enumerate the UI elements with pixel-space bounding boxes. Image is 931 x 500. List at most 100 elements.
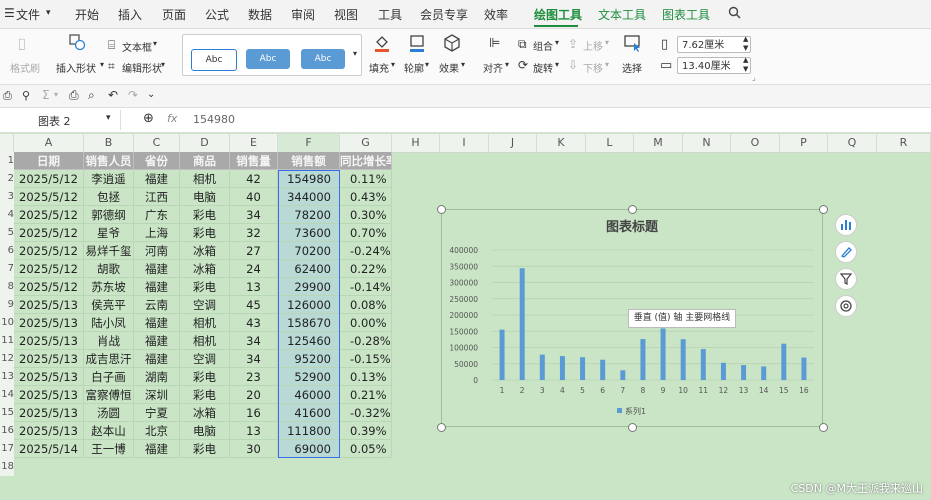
tab-insert[interactable]: 插入 bbox=[118, 6, 142, 23]
row-header[interactable]: 5 bbox=[0, 224, 14, 242]
table-cell[interactable]: 2025/5/13 bbox=[14, 314, 84, 332]
table-cell[interactable]: 2025/5/12 bbox=[14, 188, 84, 206]
table-cell[interactable]: 40 bbox=[230, 188, 278, 206]
table-cell[interactable]: 苏东坡 bbox=[84, 278, 134, 296]
chevron-down-icon[interactable]: ▾ bbox=[461, 60, 465, 69]
column-header[interactable]: J bbox=[489, 134, 537, 152]
table-cell[interactable]: 福建 bbox=[134, 170, 180, 188]
chart-filter-button[interactable] bbox=[835, 268, 857, 290]
table-cell[interactable]: 34 bbox=[230, 350, 278, 368]
table-cell[interactable]: 彩电 bbox=[180, 278, 230, 296]
table-cell[interactable]: 王一博 bbox=[84, 440, 134, 458]
table-cell[interactable]: 汤圆 bbox=[84, 404, 134, 422]
table-cell[interactable]: 湖南 bbox=[134, 368, 180, 386]
table-cell[interactable]: 0.30% bbox=[340, 206, 392, 224]
row-header[interactable]: 2 bbox=[0, 170, 14, 188]
table-cell[interactable]: 上海 bbox=[134, 224, 180, 242]
table-cell[interactable]: 2025/5/13 bbox=[14, 332, 84, 350]
resize-handle[interactable] bbox=[628, 205, 637, 214]
height-input[interactable]: 7.62厘米 bbox=[677, 36, 751, 53]
table-cell[interactable]: 73600 bbox=[278, 224, 340, 242]
table-cell[interactable]: 0.11% bbox=[340, 170, 392, 188]
table-cell[interactable]: 41600 bbox=[278, 404, 340, 422]
table-cell[interactable]: 相机 bbox=[180, 332, 230, 350]
table-cell[interactable]: 0.08% bbox=[340, 296, 392, 314]
table-cell[interactable]: 福建 bbox=[134, 350, 180, 368]
table-cell[interactable]: 78200 bbox=[278, 206, 340, 224]
table-cell[interactable]: 空调 bbox=[180, 296, 230, 314]
table-cell[interactable]: 侯亮平 bbox=[84, 296, 134, 314]
tab-tools[interactable]: 工具 bbox=[378, 6, 402, 23]
table-cell[interactable]: 2025/5/12 bbox=[14, 278, 84, 296]
bar[interactable] bbox=[580, 357, 586, 380]
tab-efficiency[interactable]: 效率 bbox=[484, 6, 508, 23]
shape-style-3[interactable]: Abc bbox=[301, 49, 345, 69]
chevron-down-icon[interactable]: ▾ bbox=[100, 60, 104, 69]
tab-drawing-tools[interactable]: 绘图工具 bbox=[534, 6, 582, 23]
table-cell[interactable]: 彩电 bbox=[180, 206, 230, 224]
row-header[interactable]: 4 bbox=[0, 206, 14, 224]
chart-style-button[interactable] bbox=[835, 241, 857, 263]
table-cell[interactable]: 0.05% bbox=[340, 440, 392, 458]
table-cell[interactable]: 45 bbox=[230, 296, 278, 314]
chevron-down-icon[interactable]: ▾ bbox=[555, 38, 559, 47]
print-icon[interactable]: ⎙ bbox=[69, 88, 79, 103]
table-cell[interactable]: 20 bbox=[230, 386, 278, 404]
bring-up-button[interactable]: 上移 bbox=[583, 38, 603, 53]
table-cell[interactable]: 42 bbox=[230, 170, 278, 188]
edit-shape-button[interactable]: 编辑形状 bbox=[122, 60, 162, 75]
table-cell[interactable]: 2025/5/12 bbox=[14, 260, 84, 278]
table-cell[interactable]: 电脑 bbox=[180, 422, 230, 440]
row-header[interactable]: 11 bbox=[0, 332, 14, 350]
table-cell[interactable]: 62400 bbox=[278, 260, 340, 278]
new-icon[interactable]: ⎙ bbox=[3, 89, 12, 103]
table-cell[interactable]: 福建 bbox=[134, 278, 180, 296]
row-header[interactable]: 9 bbox=[0, 296, 14, 314]
row-header[interactable]: 18 bbox=[0, 458, 14, 476]
column-header[interactable]: A bbox=[14, 134, 84, 152]
bar[interactable] bbox=[600, 359, 606, 380]
menu-icon[interactable]: ☰ bbox=[4, 6, 15, 20]
redo-icon[interactable]: ↷ bbox=[128, 88, 138, 102]
bar[interactable] bbox=[519, 268, 525, 380]
tab-text-tools[interactable]: 文本工具 bbox=[598, 6, 646, 23]
bar[interactable] bbox=[660, 328, 666, 380]
table-cell[interactable]: 2025/5/13 bbox=[14, 404, 84, 422]
column-header[interactable]: D bbox=[180, 134, 230, 152]
table-cell[interactable]: 彩电 bbox=[180, 386, 230, 404]
column-header[interactable]: N bbox=[683, 134, 731, 152]
row-header[interactable]: 8 bbox=[0, 278, 14, 296]
bar[interactable] bbox=[640, 339, 646, 380]
table-cell[interactable]: 福建 bbox=[134, 332, 180, 350]
text-box-button[interactable]: 文本框 bbox=[122, 39, 152, 54]
chevron-down-icon[interactable]: ▾ bbox=[425, 60, 429, 69]
group-button[interactable]: 组合 bbox=[533, 38, 553, 53]
table-cell[interactable]: 空调 bbox=[180, 350, 230, 368]
table-cell[interactable]: 2025/5/12 bbox=[14, 170, 84, 188]
file-menu[interactable]: 文件 bbox=[16, 6, 40, 23]
table-cell[interactable]: 2025/5/13 bbox=[14, 296, 84, 314]
table-cell[interactable]: 北京 bbox=[134, 422, 180, 440]
table-cell[interactable]: 2025/5/13 bbox=[14, 386, 84, 404]
table-cell[interactable]: 2025/5/13 bbox=[14, 422, 84, 440]
table-cell[interactable]: 158670 bbox=[278, 314, 340, 332]
chevron-down-icon[interactable]: ▾ bbox=[605, 38, 609, 47]
column-header[interactable]: E bbox=[230, 134, 278, 152]
table-cell[interactable]: -0.32% bbox=[340, 404, 392, 422]
column-header[interactable]: M bbox=[634, 134, 683, 152]
tab-page[interactable]: 页面 bbox=[162, 6, 186, 23]
stepper-down-icon[interactable]: ▼ bbox=[743, 44, 748, 52]
undo-icon[interactable]: ↶ bbox=[108, 88, 118, 102]
table-cell[interactable]: 2025/5/12 bbox=[14, 224, 84, 242]
table-cell[interactable]: 陆小凤 bbox=[84, 314, 134, 332]
chevron-down-icon[interactable]: ▾ bbox=[391, 60, 395, 69]
gallery-more-icon[interactable]: ▾ bbox=[353, 49, 357, 58]
table-header-cell[interactable]: 销售额 bbox=[278, 152, 340, 170]
fill-button[interactable]: 填充 bbox=[369, 60, 389, 75]
tab-member[interactable]: 会员专享 bbox=[420, 6, 468, 23]
name-box[interactable]: 图表 2 ▾ bbox=[0, 110, 121, 130]
table-cell[interactable]: -0.24% bbox=[340, 242, 392, 260]
column-header[interactable]: C bbox=[134, 134, 180, 152]
table-cell[interactable]: 富察傅恒 bbox=[84, 386, 134, 404]
table-cell[interactable]: 福建 bbox=[134, 440, 180, 458]
